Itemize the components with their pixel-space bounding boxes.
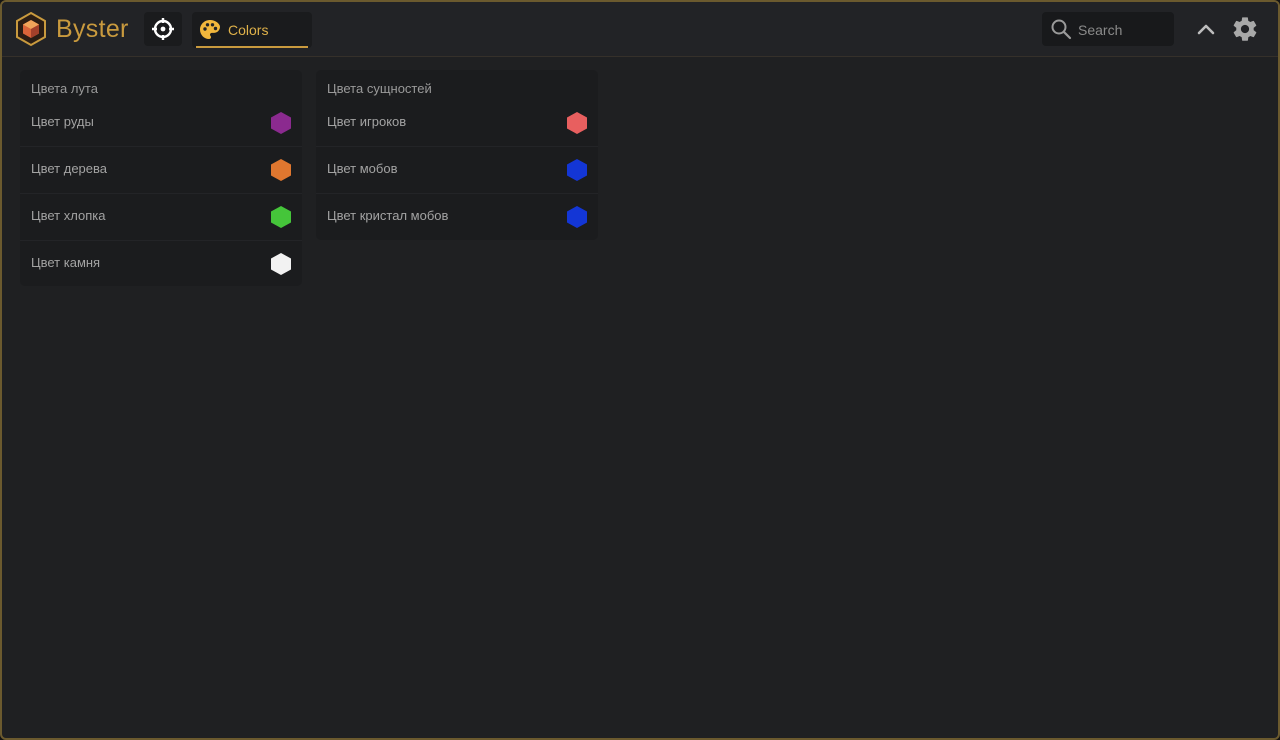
panel-title: Цвета сущностей: [327, 81, 432, 96]
row-label: Цвет дерева: [31, 161, 108, 176]
search-input[interactable]: [1076, 19, 1174, 41]
color-row-players: Цвет игроков: [316, 100, 598, 147]
crosshair-tab-button[interactable]: [144, 12, 182, 46]
color-swatch-mobs[interactable]: [566, 158, 588, 182]
row-label: Цвет камня: [31, 255, 101, 270]
color-swatch-stone[interactable]: [270, 252, 292, 276]
color-swatch-wood[interactable]: [270, 158, 292, 182]
brand-title: Byster: [56, 15, 129, 43]
color-row-crystal-mobs: Цвет кристал мобов: [316, 194, 598, 240]
color-swatch-players[interactable]: [566, 111, 588, 135]
tab-colors-label: Colors: [228, 22, 269, 38]
crosshair-icon: [152, 18, 174, 40]
chevron-up-icon[interactable]: [1192, 15, 1220, 43]
panel-title: Цвета лута: [31, 81, 98, 96]
row-label: Цвет хлопка: [31, 208, 106, 223]
color-swatch-cotton[interactable]: [270, 205, 292, 229]
color-row-mobs: Цвет мобов: [316, 147, 598, 194]
active-tab-indicator: [196, 46, 308, 48]
color-swatch-crystal-mobs[interactable]: [566, 205, 588, 229]
row-label: Цвет руды: [31, 114, 94, 129]
row-label: Цвет кристал мобов: [327, 208, 449, 223]
header-bar: Byster Colors: [2, 2, 1278, 57]
app-window: Byster Colors Search Цвета лута Цвет руд…: [0, 0, 1280, 740]
color-row-cotton: Цвет хлопка: [20, 194, 302, 241]
loot-colors-panel: Цвета лута Цвет руды Цвет дерева Цвет хл…: [20, 70, 302, 286]
byster-logo-icon: [16, 11, 46, 47]
color-row-ore: Цвет руды: [20, 100, 302, 147]
palette-icon: [200, 20, 220, 39]
color-row-stone: Цвет камня: [20, 241, 302, 287]
search-icon: [1051, 19, 1072, 40]
row-label: Цвет игроков: [327, 114, 407, 129]
gear-icon[interactable]: [1231, 15, 1259, 43]
row-label: Цвет мобов: [327, 161, 398, 176]
color-row-wood: Цвет дерева: [20, 147, 302, 194]
tab-colors[interactable]: Colors: [192, 12, 312, 48]
entity-colors-panel: Цвета сущностей Цвет игроков Цвет мобов …: [316, 70, 598, 240]
search-box[interactable]: [1042, 12, 1174, 46]
color-swatch-ore[interactable]: [270, 111, 292, 135]
